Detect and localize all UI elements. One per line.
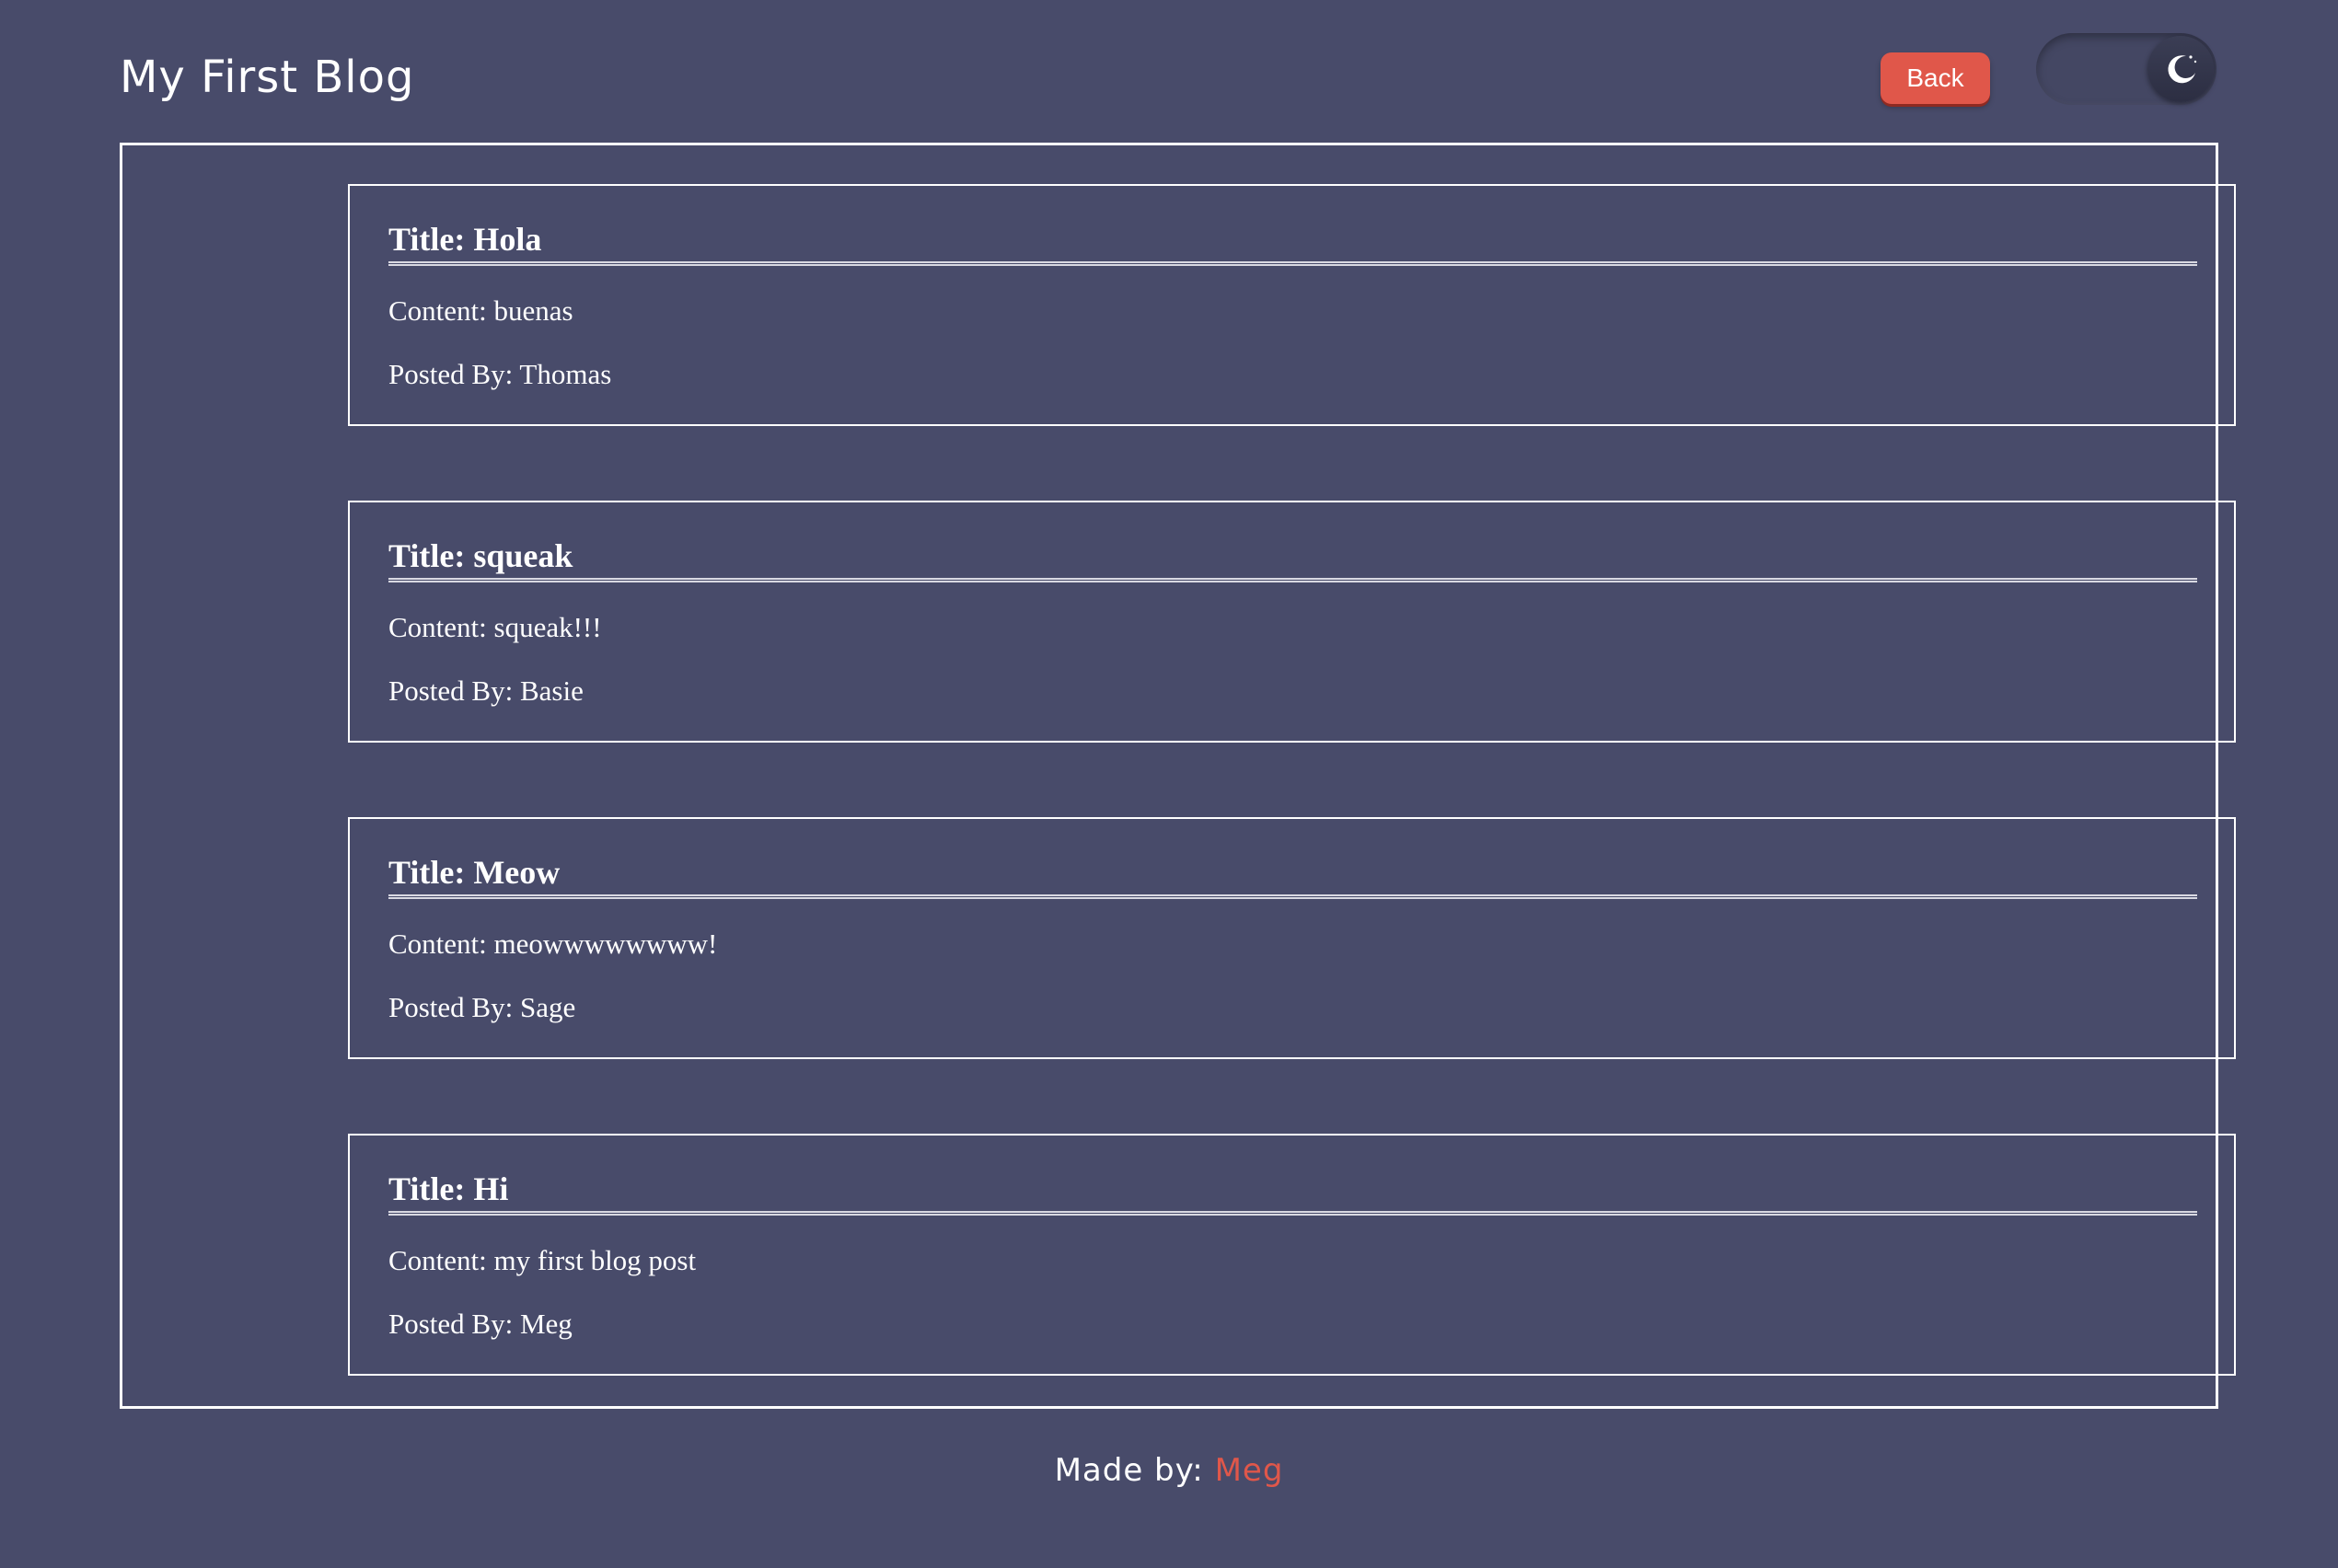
footer-author-link[interactable]: Meg (1215, 1452, 1284, 1489)
moon-icon (2168, 55, 2197, 84)
post-content: Content: buenas (388, 294, 573, 327)
footer: Made by: Meg (0, 1448, 2338, 1493)
post-card: Title: Meow Content: meowwwwwwww! Posted… (348, 817, 2236, 1059)
post-title: Title: Hola (388, 219, 2197, 266)
page-title: My First Blog (120, 52, 415, 103)
post-author: Posted By: Thomas (388, 358, 612, 390)
post-card: Title: Hi Content: my first blog post Po… (348, 1134, 2236, 1376)
posts-container: Title: Hola Content: buenas Posted By: T… (120, 143, 2236, 1409)
post-title: Title: squeak (388, 536, 2197, 582)
toggle-knob[interactable] (2147, 36, 2214, 102)
post-author: Posted By: Sage (388, 991, 576, 1023)
post-content: Content: meowwwwwwww! (388, 928, 718, 960)
post-title: Title: Meow (388, 852, 2197, 899)
post-title: Title: Hi (388, 1169, 2197, 1216)
back-button[interactable]: Back (1881, 52, 1990, 104)
post-author: Posted By: Basie (388, 674, 584, 707)
post-content: Content: squeak!!! (388, 611, 602, 643)
footer-prefix: Made by: (1054, 1452, 1204, 1489)
post-card: Title: squeak Content: squeak!!! Posted … (348, 501, 2236, 743)
post-card: Title: Hola Content: buenas Posted By: T… (348, 184, 2236, 426)
post-content: Content: my first blog post (388, 1244, 697, 1276)
post-author: Posted By: Meg (388, 1308, 573, 1340)
theme-toggle[interactable] (2036, 33, 2216, 105)
